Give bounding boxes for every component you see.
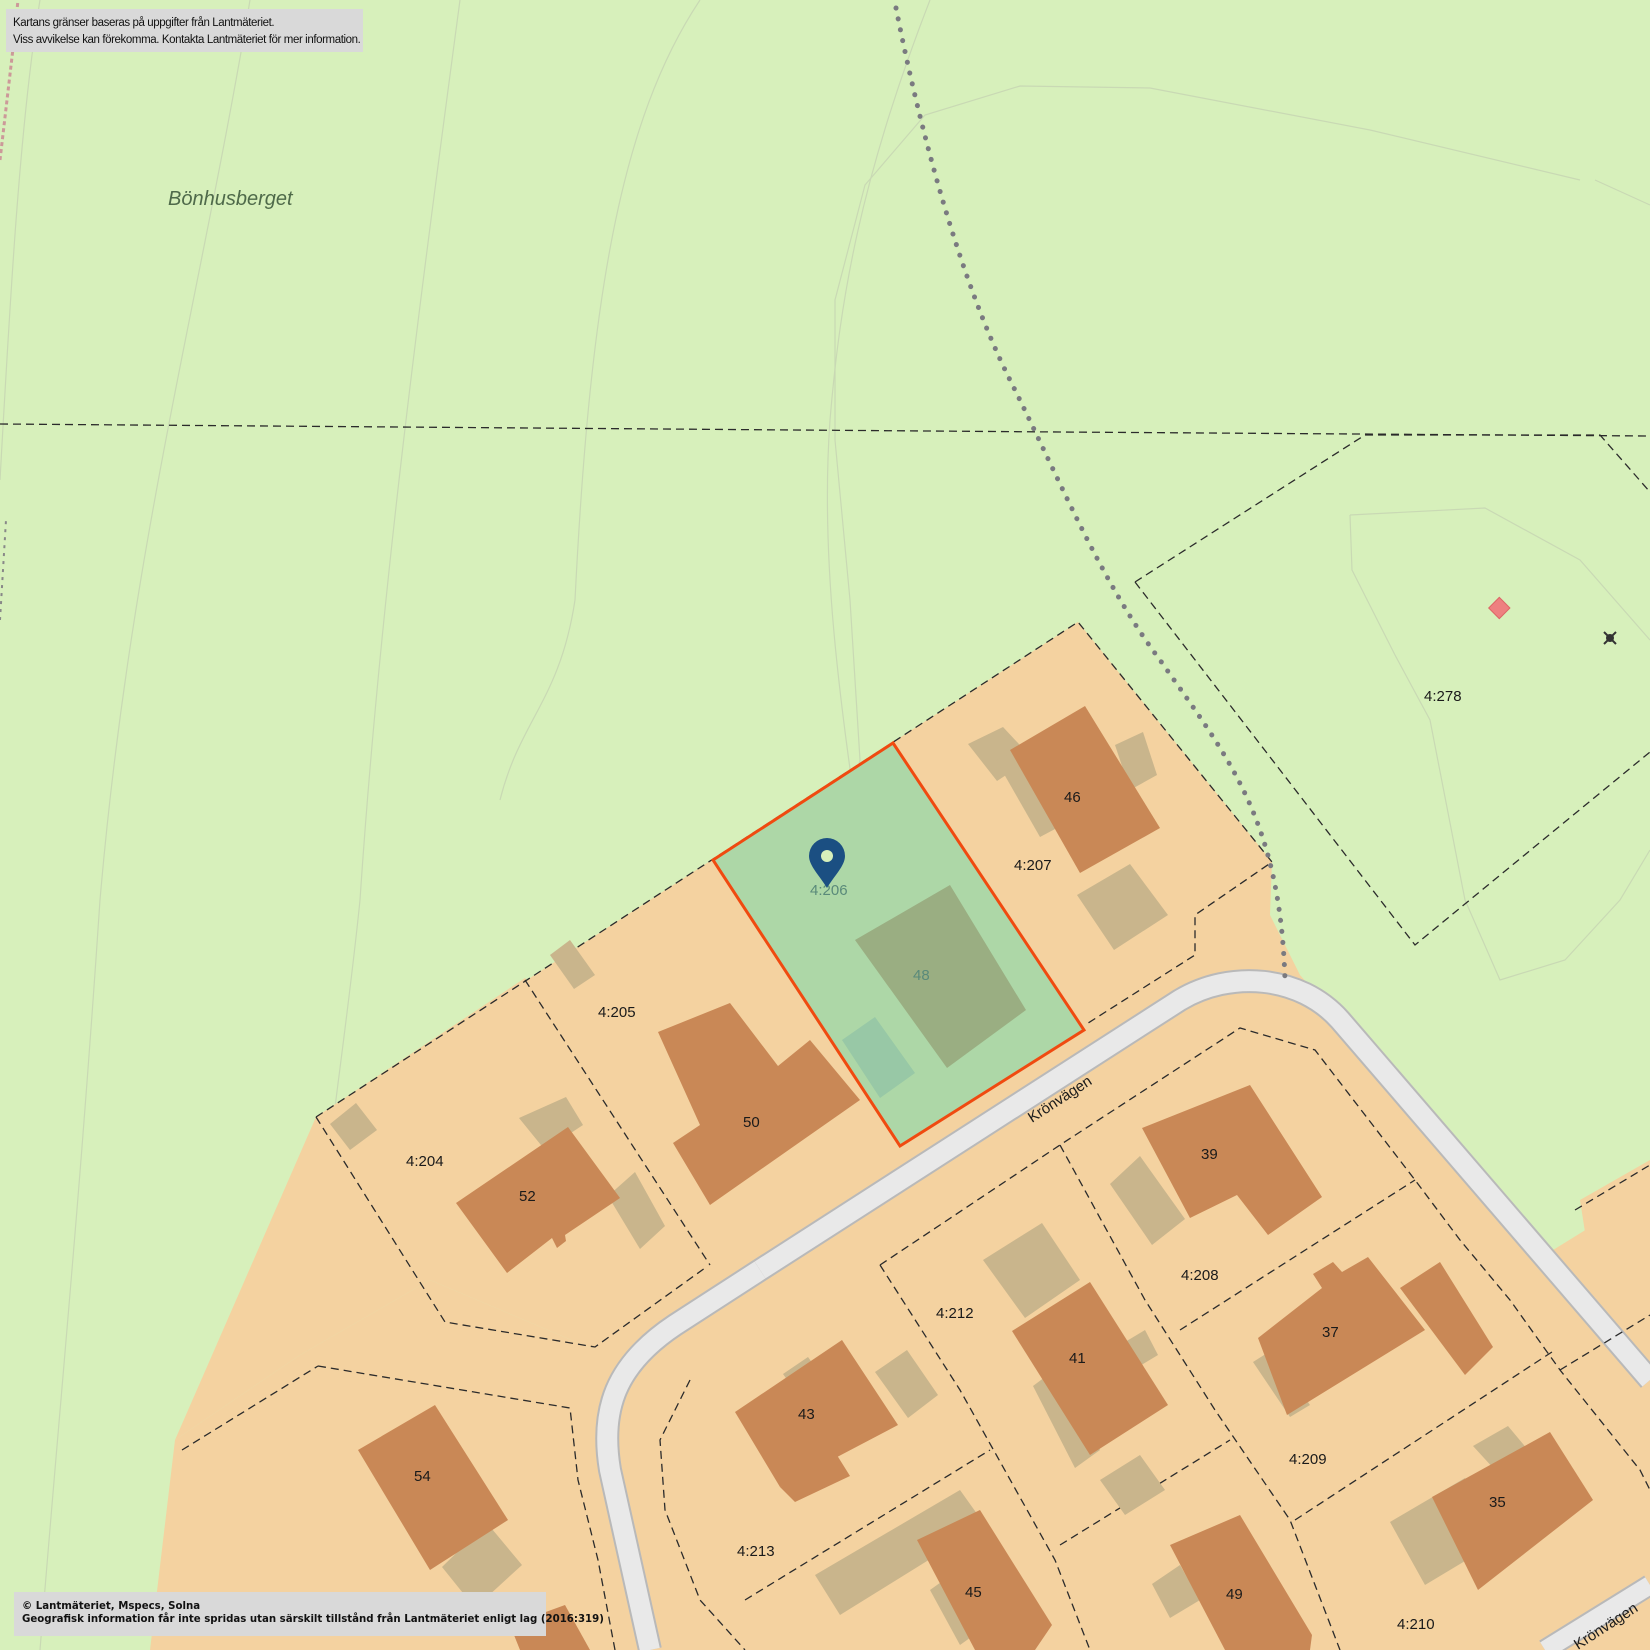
- boundary-disclaimer-line1: Kartans gränser baseras på uppgifter frå…: [13, 17, 275, 29]
- house-number-37: 37: [1322, 1324, 1339, 1341]
- property-map[interactable]: Bönhusberget 4:206 48 4:204 4:205 4:207 …: [0, 0, 1650, 1650]
- house-number-52: 52: [519, 1188, 536, 1205]
- parcel-label-4-207: 4:207: [1014, 857, 1052, 874]
- house-number-50: 50: [743, 1114, 760, 1131]
- boundary-disclaimer: Kartans gränser baseras på uppgifter frå…: [6, 9, 363, 52]
- house-number-43: 43: [798, 1406, 815, 1423]
- parcel-label-4-210: 4:210: [1397, 1616, 1435, 1633]
- house-number-49: 49: [1226, 1586, 1243, 1603]
- parcel-label-4-205: 4:205: [598, 1004, 636, 1021]
- place-name-bonhusberget: Bönhusberget: [168, 188, 294, 210]
- parcel-label-4-213: 4:213: [737, 1543, 775, 1560]
- house-number-39: 39: [1201, 1146, 1218, 1163]
- copyright-notice: © Lantmäteriet, Mspecs, Solna Geografisk…: [14, 1592, 604, 1636]
- parcel-label-4-278: 4:278: [1424, 688, 1462, 705]
- boundary-disclaimer-line2: Viss avvikelse kan förekomma. Kontakta L…: [13, 34, 361, 46]
- copyright-line1: © Lantmäteriet, Mspecs, Solna: [22, 1601, 201, 1612]
- house-number-45: 45: [965, 1584, 982, 1601]
- parcel-label-4-209: 4:209: [1289, 1451, 1327, 1468]
- house-number-41: 41: [1069, 1350, 1086, 1367]
- house-number-46: 46: [1064, 789, 1081, 806]
- parcel-label-4-212: 4:212: [936, 1305, 974, 1322]
- house-number-35: 35: [1489, 1494, 1506, 1511]
- parcel-label-4-204: 4:204: [406, 1153, 444, 1170]
- parcel-label-4-208: 4:208: [1181, 1267, 1219, 1284]
- copyright-line2: Geografisk information får inte spridas …: [22, 1614, 604, 1625]
- house-number-48: 48: [913, 967, 930, 984]
- house-number-54: 54: [414, 1468, 431, 1485]
